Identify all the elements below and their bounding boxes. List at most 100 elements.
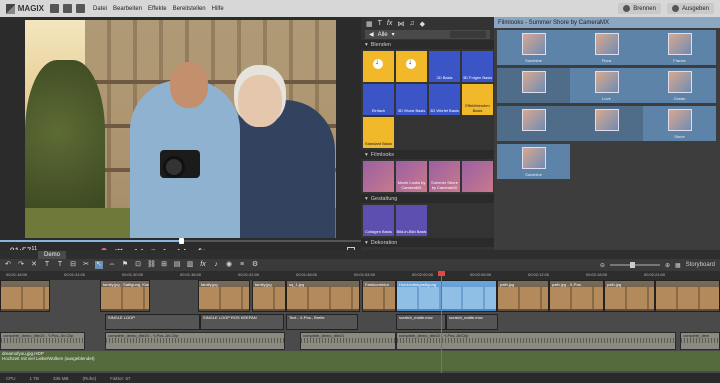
title-icon[interactable]: T: [43, 261, 51, 269]
music-track[interactable]: dreamofyou.jpg.HDP Hochzeit mit viel Lieb…: [0, 351, 720, 371]
burn-button[interactable]: Brennen: [618, 3, 661, 14]
undo-icon[interactable]: ↶: [4, 261, 12, 269]
audio-clip[interactable]: complete_demo_title21: [300, 332, 396, 350]
filmlook-item[interactable]: Sunshine: [497, 30, 570, 65]
playhead[interactable]: [441, 271, 442, 373]
camera-tool-icon[interactable]: ◉: [225, 261, 233, 269]
overlay-clip[interactable]: Text - X-Pos., Breite: [286, 314, 358, 330]
pool-tile[interactable]: Collagen Basis: [363, 205, 394, 236]
split-icon[interactable]: ⊟: [69, 261, 77, 269]
pool-section-header[interactable]: ▾ Blenden: [361, 40, 494, 49]
menu-bereitstellen[interactable]: Bereitstellen: [173, 6, 206, 12]
filmlook-item[interactable]: Sunshine: [497, 144, 570, 179]
save-icon[interactable]: [76, 4, 85, 13]
audio-clip[interactable]: complete_demo_title22 - Y-Pos. AVClip: [396, 332, 676, 350]
crop-icon[interactable]: ⊡: [134, 261, 142, 269]
pool-tile[interactable]: [462, 161, 493, 192]
pool-tile[interactable]: 3D Würfel Basis: [429, 84, 460, 115]
overlay-clip[interactable]: scratch_matte.mov: [396, 314, 446, 330]
multicam-icon[interactable]: ▥: [186, 261, 194, 269]
menu-hilfe[interactable]: Hilfe: [212, 6, 224, 12]
marker-icon[interactable]: ⚑: [121, 261, 129, 269]
pool-tile[interactable]: Movie Looks by CameraMX: [396, 161, 427, 192]
audio-clip[interactable]: complete_demo_title19 - Y-Pos. AV-Clip: [0, 332, 85, 350]
audio-clip[interactable]: complete_demo_title20 - Y-Pos. AV-Clip: [105, 332, 285, 350]
back-icon[interactable]: ◀: [369, 31, 374, 38]
tag-icon[interactable]: ◆: [420, 20, 425, 28]
video-clip[interactable]: Horizontbegradigung: [396, 280, 497, 312]
fx-icon[interactable]: fx: [387, 20, 392, 27]
grid-icon[interactable]: ▦: [366, 20, 373, 28]
video-clip[interactable]: path.jpg: [604, 280, 655, 312]
video-clip[interactable]: family.jpg - Sattigung, Kontrast: [100, 280, 150, 312]
filmlook-item[interactable]: [570, 106, 643, 141]
menu-effekte[interactable]: Effekte: [148, 6, 167, 12]
pool-tile[interactable]: [396, 51, 427, 82]
overlay-clip[interactable]: SINGLE LOOP ROS KEEPAN: [200, 314, 284, 330]
range-tool-icon[interactable]: ⇔: [108, 261, 116, 269]
audio-icon[interactable]: ♪: [212, 261, 220, 269]
new-project-icon[interactable]: [50, 4, 59, 13]
filmlook-item[interactable]: Love: [570, 68, 643, 103]
preview-video[interactable]: [25, 20, 336, 238]
video-clip[interactable]: sq_1.jpg: [286, 280, 360, 312]
pool-tile[interactable]: Einfach: [363, 84, 394, 115]
delete-icon[interactable]: ✕: [30, 261, 38, 269]
link-icon[interactable]: ⛓: [147, 261, 156, 269]
timeline-ruler[interactable]: 00:01:18:00 00:01:24:00 00:01:30:00 00:01:3…: [0, 271, 720, 280]
audio-clip[interactable]: complete_dem: [680, 332, 720, 350]
music-icon[interactable]: ♫: [409, 20, 414, 27]
video-clip[interactable]: Farbkorrektur: [362, 280, 396, 312]
text-tool-icon[interactable]: T: [56, 261, 64, 269]
pool-tile[interactable]: [363, 161, 394, 192]
video-clip[interactable]: [0, 280, 50, 312]
video-clip[interactable]: path.jpg - X-Pos.: [549, 280, 604, 312]
pool-tile[interactable]: 3D Folgen Basis: [462, 51, 493, 82]
zoom-knob[interactable]: [629, 262, 635, 268]
zoom-slider[interactable]: [609, 262, 660, 268]
pointer-tool-icon[interactable]: ↖: [95, 261, 103, 269]
menu-bearbeiten[interactable]: Bearbeiten: [113, 6, 142, 12]
pool-tile[interactable]: Bild-in-Bild Basis: [396, 205, 427, 236]
pool-tile[interactable]: Effektblenden Basis: [462, 84, 493, 115]
redo-icon[interactable]: ↷: [17, 261, 25, 269]
transition-icon[interactable]: ⋈: [397, 20, 404, 28]
video-clip[interactable]: family.jpg: [252, 280, 286, 312]
filmlook-item[interactable]: Flora: [570, 30, 643, 65]
video-clip[interactable]: path.jpg: [497, 280, 549, 312]
fx-tool-icon[interactable]: fx: [199, 261, 207, 269]
filmlook-item[interactable]: [497, 106, 570, 141]
filmlook-item[interactable]: [497, 68, 570, 103]
mixer-icon[interactable]: ≡: [238, 261, 246, 269]
filmlook-item[interactable]: France: [643, 30, 716, 65]
menu-datei[interactable]: Datei: [93, 6, 107, 12]
video-clip[interactable]: [655, 280, 720, 312]
export-button[interactable]: Ausgeben: [666, 3, 714, 14]
snap-icon[interactable]: ⊞: [160, 261, 168, 269]
pool-tile[interactable]: 3D Wurst Basis: [396, 84, 427, 115]
pool-search-input[interactable]: [450, 31, 486, 38]
pool-tile[interactable]: Standard Basis: [363, 117, 394, 148]
preview-scrubber[interactable]: [0, 238, 361, 244]
project-tab[interactable]: Demo: [38, 250, 67, 259]
grid-view-icon[interactable]: ▤: [173, 261, 181, 269]
pool-section-header[interactable]: ▾ Dekoration: [361, 238, 494, 247]
video-clip[interactable]: family.jpg: [198, 280, 250, 312]
filmlook-item[interactable]: Stone: [643, 106, 716, 141]
filter-dropdown[interactable]: ◀ Alle ▾: [365, 30, 490, 39]
open-folder-icon[interactable]: [63, 4, 72, 13]
filmlook-item[interactable]: Ocean: [643, 68, 716, 103]
settings-icon[interactable]: ⚙: [251, 261, 259, 269]
cut-icon[interactable]: ✂: [82, 261, 90, 269]
pool-section-header[interactable]: ▾ Filmlooks: [361, 150, 494, 159]
pool-section-header[interactable]: ▾ Gestaltung: [361, 194, 494, 203]
zoom-out-icon[interactable]: ⊖: [600, 262, 605, 269]
storyboard-label[interactable]: Storyboard: [686, 262, 715, 268]
storyboard-icon[interactable]: ▦: [675, 262, 681, 269]
pool-tile[interactable]: 3D Basis: [429, 51, 460, 82]
overlay-clip[interactable]: SINGLE LOOP: [105, 314, 200, 330]
pool-tile[interactable]: Summer Shore by CameraMX: [429, 161, 460, 192]
overlay-clip[interactable]: scratch_matte.mov: [446, 314, 498, 330]
zoom-in-icon[interactable]: ⊕: [665, 262, 670, 269]
pool-tile[interactable]: [363, 51, 394, 82]
